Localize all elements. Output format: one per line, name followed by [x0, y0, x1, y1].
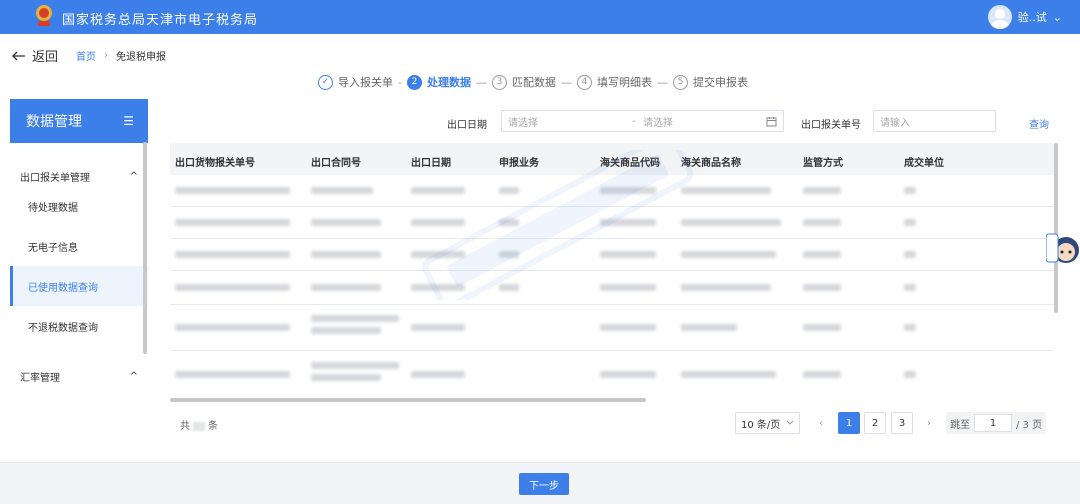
page-size-select[interactable]: 10 条/页: [735, 412, 800, 434]
chevron-down-icon[interactable]: [786, 420, 794, 426]
column-header: 出口日期: [411, 158, 451, 169]
sidebar-item-no-refund[interactable]: 不退税数据查询: [10, 306, 148, 346]
next-step-button[interactable]: 下一步: [519, 473, 569, 495]
column-header: 出口合同号: [311, 158, 361, 169]
date-start-input[interactable]: 请选择: [508, 114, 538, 129]
breadcrumb-separator: ›: [104, 50, 109, 61]
declaration-filter-label: 出口报关单号: [801, 120, 861, 131]
sidebar-item-label[interactable]: 不退税数据查询: [28, 319, 98, 334]
total-prefix: 共: [180, 421, 190, 432]
date-end-input[interactable]: 请选择: [643, 114, 673, 129]
sidebar-item-label[interactable]: 已使用数据查询: [28, 279, 98, 294]
page-size-value[interactable]: 10 条/页: [741, 416, 780, 431]
step-separator: —: [475, 75, 487, 89]
step-4-label: 填写明细表: [596, 76, 652, 89]
breadcrumb: 返回 首页 › 免退税申报: [12, 46, 166, 65]
site-title: 国家税务总局天津市电子税务局: [62, 13, 259, 28]
step-separator: -: [398, 75, 402, 89]
step-1-check-icon: ✓: [318, 74, 333, 90]
step-5-label: 提交申报表: [692, 76, 748, 89]
tax-emblem-icon: [36, 5, 52, 26]
step-2-number: 2: [406, 74, 422, 90]
jump-page-input[interactable]: 1: [974, 414, 1012, 432]
sidebar-item-pending[interactable]: 待处理数据: [10, 186, 148, 226]
assistant-robot-icon[interactable]: [1046, 230, 1080, 270]
step-3-number: 3: [491, 74, 507, 90]
date-filter-label: 出口日期: [447, 120, 487, 131]
table-row[interactable]: [170, 239, 1054, 271]
table-row[interactable]: [170, 305, 1054, 351]
table-row[interactable]: [170, 351, 1054, 398]
step-3-label: 匹配数据: [511, 76, 556, 89]
sidebar-header: 数据管理 ☰: [10, 99, 148, 143]
page-total: / 3 页: [1016, 419, 1043, 431]
arrow-left-icon[interactable]: [12, 51, 26, 61]
avatar[interactable]: [987, 5, 1012, 29]
date-range-separator: -: [632, 115, 636, 127]
sidebar-item-label[interactable]: 无电子信息: [28, 239, 78, 254]
table-row[interactable]: [170, 271, 1054, 305]
jump-label: 跳至: [950, 419, 970, 431]
query-button[interactable]: 查询: [1029, 116, 1049, 131]
step-indicator: ✓ 导入报关单 - 2 处理数据 — 3 匹配数据 — 4 填写明细表 — 5 …: [318, 74, 748, 90]
sidebar-group-label[interactable]: 汇率管理: [20, 369, 60, 384]
sidebar-title: 数据管理: [26, 114, 82, 130]
chevron-down-icon[interactable]: ⌄: [1053, 11, 1062, 24]
top-header: 国家税务总局天津市电子税务局 验..试 ⌄: [0, 0, 1080, 34]
declaration-input-placeholder[interactable]: 请输入: [880, 114, 910, 129]
column-header: 出口货物报关单号: [175, 158, 255, 169]
back-label[interactable]: 返回: [32, 46, 58, 65]
breadcrumb-current: 免退税申报: [116, 52, 167, 63]
sidebar-item-no-e-info[interactable]: 无电子信息: [10, 226, 148, 266]
breadcrumb-home-link[interactable]: 首页: [76, 48, 96, 63]
step-separator: —: [560, 75, 572, 89]
sidebar-item-used-data[interactable]: 已使用数据查询: [10, 266, 148, 306]
page-button[interactable]: 2: [864, 412, 886, 434]
table-row[interactable]: [170, 207, 1054, 239]
calendar-icon[interactable]: [766, 116, 777, 127]
step-5-number: 5: [672, 74, 688, 90]
column-header: 申报业务: [499, 158, 539, 169]
column-header: 成交单位: [904, 158, 944, 169]
sidebar-group-customs[interactable]: 出口报关单管理 ^: [10, 166, 148, 186]
sidebar-item-label[interactable]: 待处理数据: [28, 199, 78, 214]
table-horizontal-scrollbar[interactable]: [170, 398, 646, 402]
column-header: 监管方式: [803, 158, 843, 169]
step-separator: —: [656, 75, 668, 89]
prev-page-button[interactable]: ‹: [810, 412, 832, 434]
sidebar-group-exchange-rate[interactable]: 汇率管理 ^: [10, 366, 148, 386]
column-header: 海关商品名称: [681, 158, 741, 169]
step-4-number: 4: [576, 74, 592, 90]
page-jumper: 跳至 1 / 3 页: [946, 412, 1046, 434]
page-button[interactable]: 3: [891, 412, 913, 434]
page-button[interactable]: 1: [838, 412, 860, 434]
column-header: 海关商品代码: [600, 158, 660, 169]
step-1-label: 导入报关单: [338, 76, 393, 89]
sidebar-scrollbar[interactable]: [143, 142, 147, 354]
date-range-picker[interactable]: 请选择 - 请选择: [501, 110, 784, 132]
table-row[interactable]: [170, 175, 1054, 207]
step-2-label: 处理数据: [426, 76, 471, 89]
user-menu[interactable]: 验..试 ⌄: [987, 5, 1062, 29]
sidebar: 数据管理 ☰ 出口报关单管理 ^ 待处理数据 无电子信息 已使用数据查询 不退税…: [10, 99, 148, 417]
chevron-up-icon[interactable]: ^: [130, 371, 138, 382]
table-vertical-scrollbar[interactable]: [1054, 143, 1058, 313]
menu-collapse-icon[interactable]: ☰: [123, 114, 134, 128]
back-button[interactable]: 返回: [12, 46, 58, 65]
total-suffix: 条: [208, 421, 218, 432]
chevron-up-icon[interactable]: ^: [130, 171, 138, 182]
next-page-button[interactable]: ›: [918, 412, 940, 434]
total-count: 共条: [180, 417, 218, 432]
sidebar-group-label[interactable]: 出口报关单管理: [20, 169, 90, 184]
user-name[interactable]: 验..试: [1018, 9, 1047, 25]
declaration-number-input[interactable]: 请输入: [873, 110, 996, 132]
